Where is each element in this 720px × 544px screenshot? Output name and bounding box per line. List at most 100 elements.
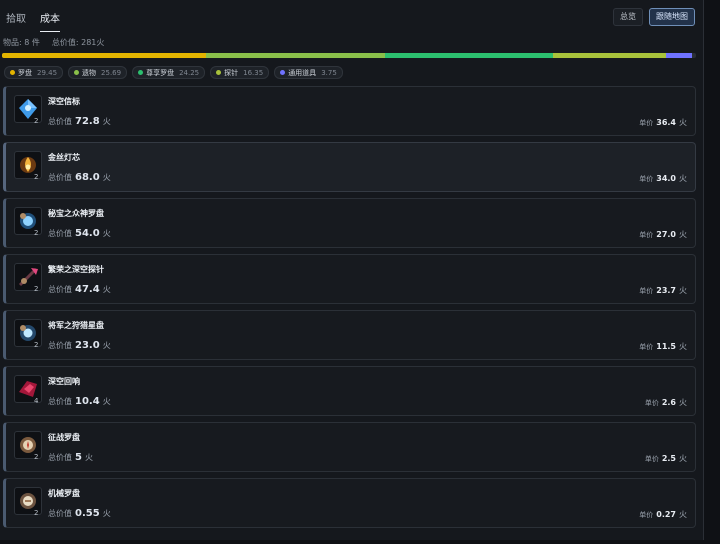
item-total-value: 23.0 [75,340,100,351]
item-unit-price: 36.4 [656,118,676,127]
total-label: 总价值 [48,453,72,462]
legend-chip[interactable]: 遗物 25.69 [68,66,128,79]
item-total-row: 总价值 23.0 火 [48,340,111,351]
tab-pickup[interactable]: 拾取 [6,10,26,32]
legend-percent: 24.25 [179,68,200,77]
legend-chip[interactable]: 通用道具 3.75 [274,66,343,79]
currency-label: 火 [102,509,111,518]
item-quantity: 2 [34,117,39,125]
item-name: 金丝灯芯 [48,153,80,162]
item-card[interactable]: 2 繁荣之深空探针 总价值 47.4 火 单价 23.7 火 [3,254,696,304]
item-total-value: 5 [75,452,82,463]
item-total-row: 总价值 47.4 火 [48,284,111,295]
legend-label: 罗盘 [18,68,32,77]
legend-dot-icon [280,70,286,75]
unit-label: 单价 [639,119,654,127]
legend-label: 通用道具 [288,68,317,77]
currency-label: 火 [102,341,111,350]
item-name: 深空信标 [48,97,80,106]
item-quantity: 2 [34,173,39,181]
item-total-row: 总价值 54.0 火 [48,228,111,239]
currency-label: 火 [102,173,111,182]
item-unit-row: 单价 36.4 火 [639,117,687,128]
unit-label: 单价 [639,343,654,351]
item-quantity: 2 [34,341,39,349]
distribution-segment [206,53,385,58]
item-card[interactable]: 4 深空回响 总价值 10.4 火单价 2.6 火 [3,366,696,416]
legend-chip[interactable]: 尊享罗盘 24.25 [132,66,206,79]
item-count: 物品: 8 件 [3,38,40,47]
distribution-segment [666,53,693,58]
legend-dot-icon [216,70,222,75]
item-card[interactable]: 2 秘宝之众神罗盘 总价值 54.0 火单价 27.0 火 [3,198,696,248]
item-unit-price: 27.0 [656,230,676,239]
legend-percent: 25.69 [101,68,122,77]
item-name: 秘宝之众神罗盘 [48,209,104,218]
currency-label: 火 [679,230,687,239]
legend-chip[interactable]: 探针 16.35 [210,66,270,79]
item-name: 将军之狩猎星盘 [48,321,104,330]
tab-cost[interactable]: 成本 [40,10,60,32]
distribution-segment [552,53,667,58]
item-unit-row: 单价 2.6 火 [645,397,687,408]
follow-map-button[interactable]: 跟随地图 [649,8,695,26]
unit-label: 单价 [639,511,654,519]
unit-label: 单价 [644,399,659,407]
legend-label: 遗物 [82,68,97,77]
total-label: 总价值 [48,509,72,518]
item-unit-row: 单价 11.5 火 [639,341,687,352]
item-unit-row: 单价 23.7 火 [639,285,687,296]
item-quantity: 2 [34,229,39,237]
item-unit-price: 23.7 [656,286,676,295]
distribution-segment [2,53,207,58]
item-name: 繁荣之深空探针 [48,265,104,274]
currency-label: 火 [679,510,687,519]
item-card[interactable]: 2 机械罗盘 总价值 0.55 火单价 0.27 火 [3,478,696,528]
item-total-row: 总价值 10.4 火 [48,396,111,407]
legend-label: 尊享罗盘 [146,68,175,77]
legend-label: 探针 [224,68,239,77]
legend-percent: 29.45 [37,68,58,77]
scrollbar[interactable] [708,0,718,544]
cost-panel: 拾取 成本 总览 跟随地图 物品: 8 件 总价值: 281火 罗盘 29.45 遗… [0,0,704,540]
item-total-row: 总价值 72.8 火 [48,116,111,127]
item-total-row: 总价值 5 火 [48,452,93,463]
total-label: 总价值 [48,341,72,350]
legend-dot-icon [10,70,15,75]
item-unit-row: 单价 34.0 火 [639,173,687,184]
currency-label: 火 [102,117,111,126]
item-list: 2 深空信标 总价值 72.8 火单价 36.4 火 2 金丝灯芯 总价值 68.0 火单价 34.0 火… [3,86,696,534]
item-card[interactable]: 2 将军之狩猎星盘 总价值 23.0 火单价 11.5 火 [3,310,696,360]
total-label: 总价值 [48,229,72,238]
total-value: 总价值: 281火 [51,38,105,47]
legend-percent: 3.75 [321,68,337,77]
item-total-value: 54.0 [75,228,100,239]
item-total-value: 10.4 [75,396,100,407]
legend-dot-icon [74,70,80,75]
currency-label: 火 [102,229,111,238]
summary-meta: 物品: 8 件 总价值: 281火 [3,37,104,48]
item-total-row: 总价值 0.55 火 [48,508,111,519]
currency-label: 火 [679,342,687,351]
item-unit-row: 单价 2.5 火 [645,453,687,464]
currency-label: 火 [679,286,687,295]
item-quantity: 2 [34,509,39,517]
item-card[interactable]: 2 金丝灯芯 总价值 68.0 火单价 34.0 火 [3,142,696,192]
unit-label: 单价 [639,175,654,183]
item-unit-price: 0.27 [656,510,676,519]
item-quantity: 2 [34,285,39,293]
legend-chip[interactable]: 罗盘 29.45 [4,66,64,79]
item-card[interactable]: 2 深空信标 总价值 72.8 火单价 36.4 火 [3,86,696,136]
unit-label: 单价 [644,455,659,463]
total-label: 总价值 [48,173,72,182]
item-unit-price: 2.6 [661,398,676,407]
legend-dot-icon [138,70,144,75]
item-total-value: 72.8 [75,116,100,127]
item-unit-row: 单价 27.0 火 [639,229,687,240]
item-card[interactable]: 2 征战罗盘 总价值 5 火单价 2.5 火 [3,422,696,472]
item-unit-price: 34.0 [656,174,676,183]
summary-button[interactable]: 总览 [613,8,643,26]
category-legend: 罗盘 29.45 遗物 25.69 尊享罗盘 24.25 探针 16.35 通用道具 3.75 [4,66,343,79]
currency-label: 火 [84,453,93,462]
item-name: 机械罗盘 [48,489,80,498]
